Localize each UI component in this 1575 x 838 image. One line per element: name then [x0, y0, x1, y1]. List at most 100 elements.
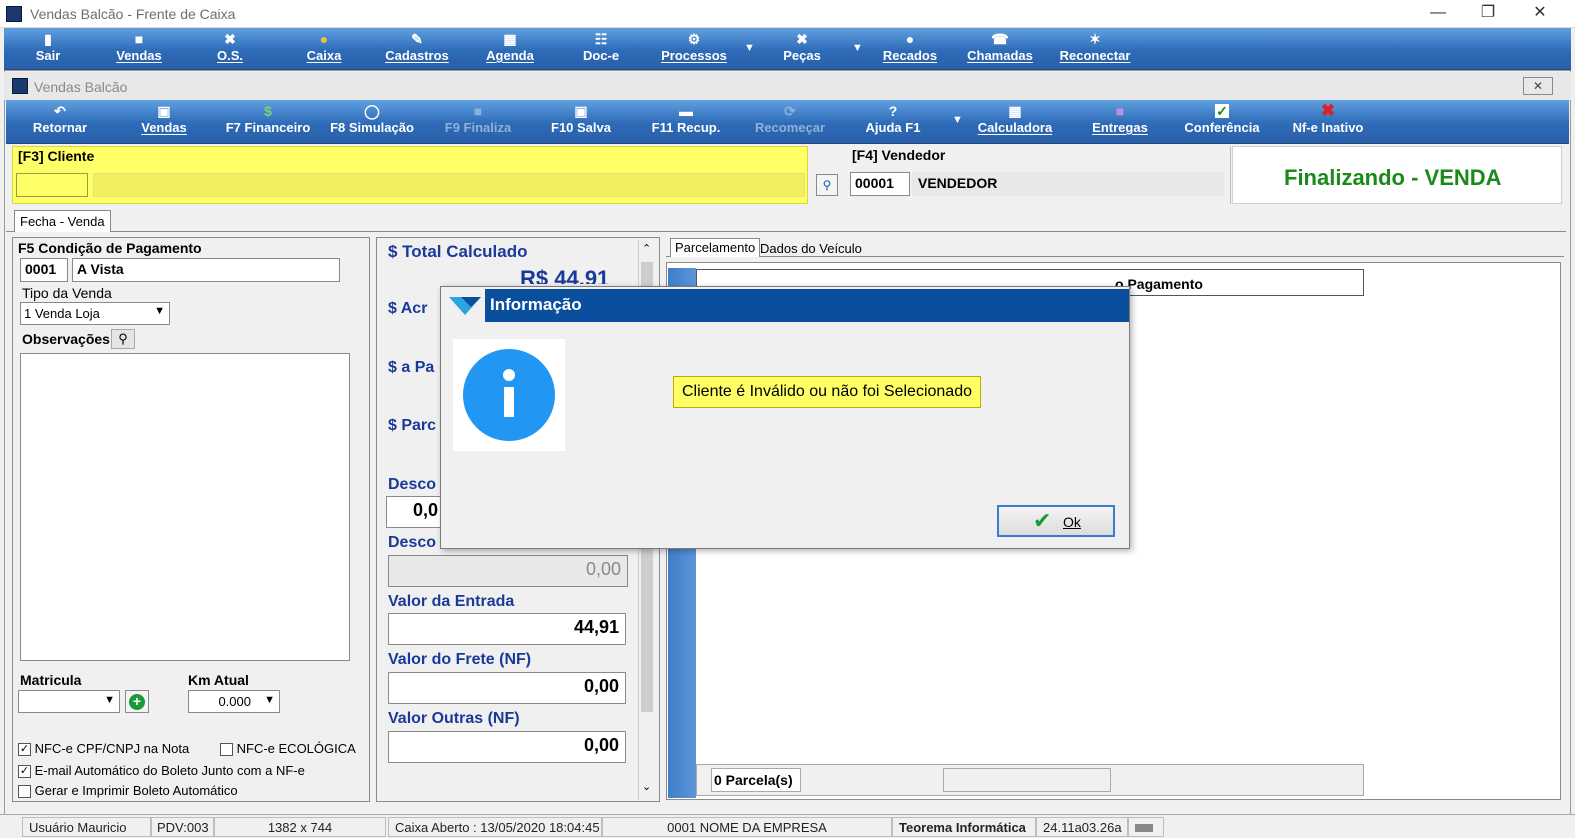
- chevron-down-icon: ▼: [154, 305, 165, 317]
- recover-icon: ▬: [679, 103, 693, 119]
- payment-label: F5 Condição de Pagamento: [18, 240, 202, 256]
- toolbar-sair-button[interactable]: ▮ Sair: [28, 28, 68, 70]
- retornar-button[interactable]: ↶ Retornar: [28, 100, 92, 142]
- checkbox-checked-icon: ✓: [18, 743, 31, 757]
- frete-label: Valor do Frete (NF): [388, 651, 532, 668]
- f9-finaliza-button[interactable]: ■ F9 Finaliza: [438, 100, 518, 142]
- keyboard-icon: [1128, 817, 1164, 837]
- help-icon: ?: [888, 103, 898, 119]
- status-resolution: 1382 x 744: [214, 817, 386, 837]
- toolbar-doce-button[interactable]: ☷ Doc-e: [576, 28, 626, 70]
- toolbar-cadastros-button[interactable]: ✎ Cadastros: [382, 28, 452, 70]
- client-panel: [F3] Cliente: [12, 146, 808, 204]
- a-pagar-label: $ a Pa: [388, 359, 435, 376]
- status-pdv: PDV:003: [150, 817, 214, 837]
- checkbox-cpf[interactable]: ✓ NFC-e CPF/CNPJ na Nota: [18, 741, 189, 757]
- chevron-down-icon: ▼: [104, 694, 115, 706]
- sale-type-select[interactable]: 1 Venda Loja ▼: [20, 302, 170, 325]
- search-icon[interactable]: ⚲: [111, 329, 135, 349]
- calculadora-button[interactable]: ▦ Calculadora: [974, 100, 1056, 142]
- toolbar-processos-button[interactable]: ⚙ Processos: [656, 28, 732, 70]
- ajuda-dropdown-icon[interactable]: ▼: [952, 114, 963, 126]
- info-icon: [463, 349, 555, 441]
- frete-input[interactable]: 0,00: [388, 672, 626, 704]
- client-search-icon[interactable]: ⚲: [816, 174, 838, 196]
- restore-icon[interactable]: ❐: [1468, 2, 1508, 26]
- return-icon: ↶: [54, 103, 66, 119]
- vendor-code-input[interactable]: 00001: [850, 172, 910, 196]
- checkbox-gerar-boleto[interactable]: Gerar e Imprimir Boleto Automático: [18, 783, 238, 799]
- save-icon: ▣: [574, 103, 588, 119]
- toolbar-vendas-button[interactable]: ■ Vendas: [109, 28, 169, 70]
- outras-input[interactable]: 0,00: [388, 731, 626, 763]
- scroll-up-icon[interactable]: ⌃: [642, 242, 651, 255]
- processos-dropdown-icon[interactable]: ▼: [744, 42, 755, 54]
- toolbar-agenda-button[interactable]: ▦ Agenda: [480, 28, 540, 70]
- tab-dados-veiculo[interactable]: Dados do Veículo: [760, 241, 862, 256]
- status-bar: Usuário Mauricio PDV:003 1382 x 744 Caix…: [0, 814, 1575, 838]
- close-window-icon[interactable]: ✕: [1520, 2, 1560, 26]
- status-title: Finalizando - VENDA: [1284, 165, 1502, 190]
- km-label: Km Atual: [188, 672, 249, 688]
- inner-close-icon[interactable]: ✕: [1523, 77, 1553, 95]
- status-brand: Teorema Informática: [892, 817, 1036, 837]
- ok-label: Ok: [1063, 514, 1081, 530]
- sale-type-value: 1 Venda Loja: [24, 306, 100, 321]
- chevron-down-icon: ▼: [264, 694, 275, 706]
- minimize-icon[interactable]: —: [1418, 2, 1458, 26]
- checkbox-ecologica-label: NFC-e ECOLÓGICA: [236, 741, 356, 756]
- window-titlebar: Vendas Balcão - Frente de Caixa — ❐ ✕: [0, 0, 1575, 28]
- checkbox-gerar-label: Gerar e Imprimir Boleto Automático: [34, 783, 238, 798]
- toolbar-reconectar-button[interactable]: ✶ Reconectar: [1054, 28, 1136, 70]
- payment-code-input[interactable]: 0001: [20, 258, 68, 282]
- tab-line: [6, 231, 1566, 232]
- toolbar-pecas-button[interactable]: ✖ Peças: [776, 28, 828, 70]
- conferencia-button[interactable]: ✓ Conferência: [1178, 100, 1266, 142]
- pecas-dropdown-icon[interactable]: ▼: [852, 42, 863, 54]
- close-icon: ✖: [1320, 101, 1336, 120]
- f10-salva-button[interactable]: ▣ F10 Salva: [546, 100, 616, 142]
- checkmark-icon: ✔: [1033, 508, 1052, 533]
- km-input[interactable]: 0.000 ▼: [188, 690, 280, 713]
- status-cash: Caixa Aberto : 13/05/2020 18:04:45: [388, 817, 602, 837]
- toolbar-os-button[interactable]: ✖ O.S.: [210, 28, 250, 70]
- f7-financeiro-button[interactable]: $ F7 Financeiro: [220, 100, 316, 142]
- tab-fecha-venda[interactable]: Fecha - Venda: [14, 210, 111, 232]
- km-value: 0.000: [218, 694, 251, 709]
- add-matricula-button[interactable]: +: [125, 690, 149, 713]
- entrada-input[interactable]: 44,91: [388, 613, 626, 645]
- tab-parcelamento[interactable]: Parcelamento: [670, 238, 761, 257]
- desconto1-label: Desco: [388, 476, 437, 493]
- ajuda-button[interactable]: ? Ajuda F1: [858, 100, 928, 142]
- finish-icon: ■: [473, 103, 483, 119]
- matricula-label: Matricula: [20, 672, 82, 688]
- calculator-icon: ▦: [1008, 103, 1022, 119]
- matricula-select[interactable]: ▼: [18, 690, 120, 713]
- f11-recup-button[interactable]: ▬ F11 Recup.: [644, 100, 728, 142]
- tools-icon: ✖: [224, 31, 236, 47]
- checkbox-unchecked-icon: [220, 743, 233, 757]
- inner-window-titlebar: Vendas Balcão: [4, 72, 1571, 100]
- inner-app-icon: [12, 78, 28, 94]
- observations-textarea[interactable]: [20, 353, 350, 661]
- entregas-button[interactable]: ■ Entregas: [1088, 100, 1152, 142]
- observations-label: Observações: [22, 331, 110, 347]
- inner-window-title: Vendas Balcão: [34, 79, 128, 95]
- main-toolbar: ▮ Sair ■ Vendas ✖ O.S. ● Caixa ✎ Cadastros ▦ A…: [4, 28, 1571, 70]
- nfe-inativo-button[interactable]: ✖ Nf-e Inativo: [1286, 100, 1370, 142]
- toolbar-caixa-button[interactable]: ● Caixa: [302, 28, 346, 70]
- window-title: Vendas Balcão - Frente de Caixa: [30, 6, 236, 22]
- checkbox-unchecked-icon: [18, 785, 31, 799]
- recomecar-button[interactable]: ⟳ Recomeçar: [750, 100, 830, 142]
- ok-button[interactable]: ✔ Ok: [997, 505, 1115, 537]
- vendas-button[interactable]: ▣ Vendas: [136, 100, 192, 142]
- f8-simulacao-button[interactable]: ◯ F8 Simulação: [326, 100, 418, 142]
- checkbox-email-boleto[interactable]: ✓ E-mail Automático do Boleto Junto com …: [18, 763, 305, 779]
- scroll-down-icon[interactable]: ⌄: [642, 780, 651, 793]
- checkbox-ecologica[interactable]: NFC-e ECOLÓGICA: [220, 741, 356, 757]
- toolbar-chamadas-button[interactable]: ☎ Chamadas: [964, 28, 1036, 70]
- toolbar-recados-button[interactable]: ● Recados: [878, 28, 942, 70]
- total-value: R$ 44,91: [520, 266, 610, 284]
- client-code-input[interactable]: [16, 173, 88, 197]
- dialog-title: Informação: [485, 289, 1129, 322]
